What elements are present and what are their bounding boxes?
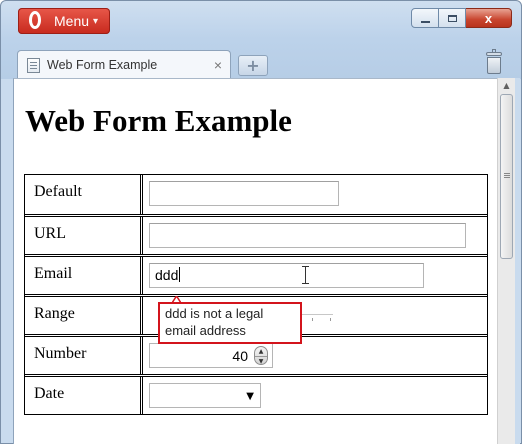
maximize-button[interactable]: [439, 8, 466, 28]
email-input[interactable]: ddd: [149, 263, 424, 288]
email-input-value: ddd: [155, 267, 179, 283]
number-input[interactable]: 40 ▲ ▼: [149, 343, 273, 368]
range-label: Range: [25, 297, 143, 334]
email-label: Email: [25, 257, 143, 294]
plus-icon: +: [246, 56, 260, 75]
form-row-url: URL: [25, 214, 487, 254]
page-title: Web Form Example: [25, 103, 292, 138]
validation-message: ddd is not a legal email address: [158, 302, 302, 344]
title-bar: Menu ▾ x: [1, 1, 521, 41]
url-field-cell: [143, 217, 487, 254]
number-spinner[interactable]: ▲ ▼: [254, 346, 268, 365]
close-window-button[interactable]: x: [466, 8, 512, 28]
menu-label: Menu: [54, 13, 90, 29]
minimize-icon: [420, 21, 430, 23]
chevron-down-icon: ▾: [93, 15, 99, 27]
number-value: 40: [232, 348, 248, 364]
scroll-up-icon[interactable]: ▲: [498, 78, 515, 93]
new-tab-button[interactable]: +: [238, 55, 268, 76]
number-label: Number: [25, 337, 143, 374]
close-icon: x: [484, 10, 493, 26]
window-controls: x: [411, 8, 512, 28]
form-row-default: Default: [25, 175, 487, 214]
tab-close-icon[interactable]: ×: [214, 57, 222, 73]
url-label: URL: [25, 217, 143, 254]
form-table: Default URL Email ddd Range Number 40 ▲ …: [24, 174, 488, 415]
minimize-button[interactable]: [411, 8, 439, 28]
default-input[interactable]: [149, 181, 339, 206]
vertical-scrollbar[interactable]: ▲: [497, 78, 515, 444]
url-input[interactable]: [149, 223, 466, 248]
validation-line-2: email address: [165, 323, 246, 338]
maximize-icon: [447, 14, 457, 22]
date-select[interactable]: ▼: [149, 383, 261, 408]
text-cursor-icon: [301, 266, 310, 284]
dropdown-arrow-icon: ▼: [246, 391, 254, 402]
tab-title: Web Form Example: [47, 58, 158, 72]
window-edge: [515, 78, 520, 444]
default-field-cell: [143, 175, 487, 214]
date-label: Date: [25, 377, 143, 414]
trash-icon[interactable]: [484, 49, 504, 76]
page-viewport: Web Form Example Default URL Email ddd R…: [13, 78, 497, 444]
scrollbar-thumb[interactable]: [500, 94, 513, 259]
date-field-cell: ▼: [143, 377, 487, 414]
tab-strip: Web Form Example × +: [1, 41, 521, 79]
validation-line-1: ddd is not a legal: [165, 306, 264, 321]
form-row-date: Date ▼: [25, 374, 487, 414]
text-caret: [179, 267, 181, 282]
default-label: Default: [25, 175, 143, 214]
email-field-cell: ddd: [143, 257, 487, 294]
form-row-email: Email ddd: [25, 254, 487, 294]
page-favicon-icon: [27, 57, 40, 73]
opera-logo-icon: [26, 10, 48, 32]
spinner-down-icon[interactable]: ▼: [255, 356, 267, 365]
tab-web-form-example[interactable]: Web Form Example ×: [17, 50, 231, 79]
menu-button[interactable]: Menu ▾: [18, 8, 110, 34]
spinner-up-icon[interactable]: ▲: [255, 347, 267, 355]
